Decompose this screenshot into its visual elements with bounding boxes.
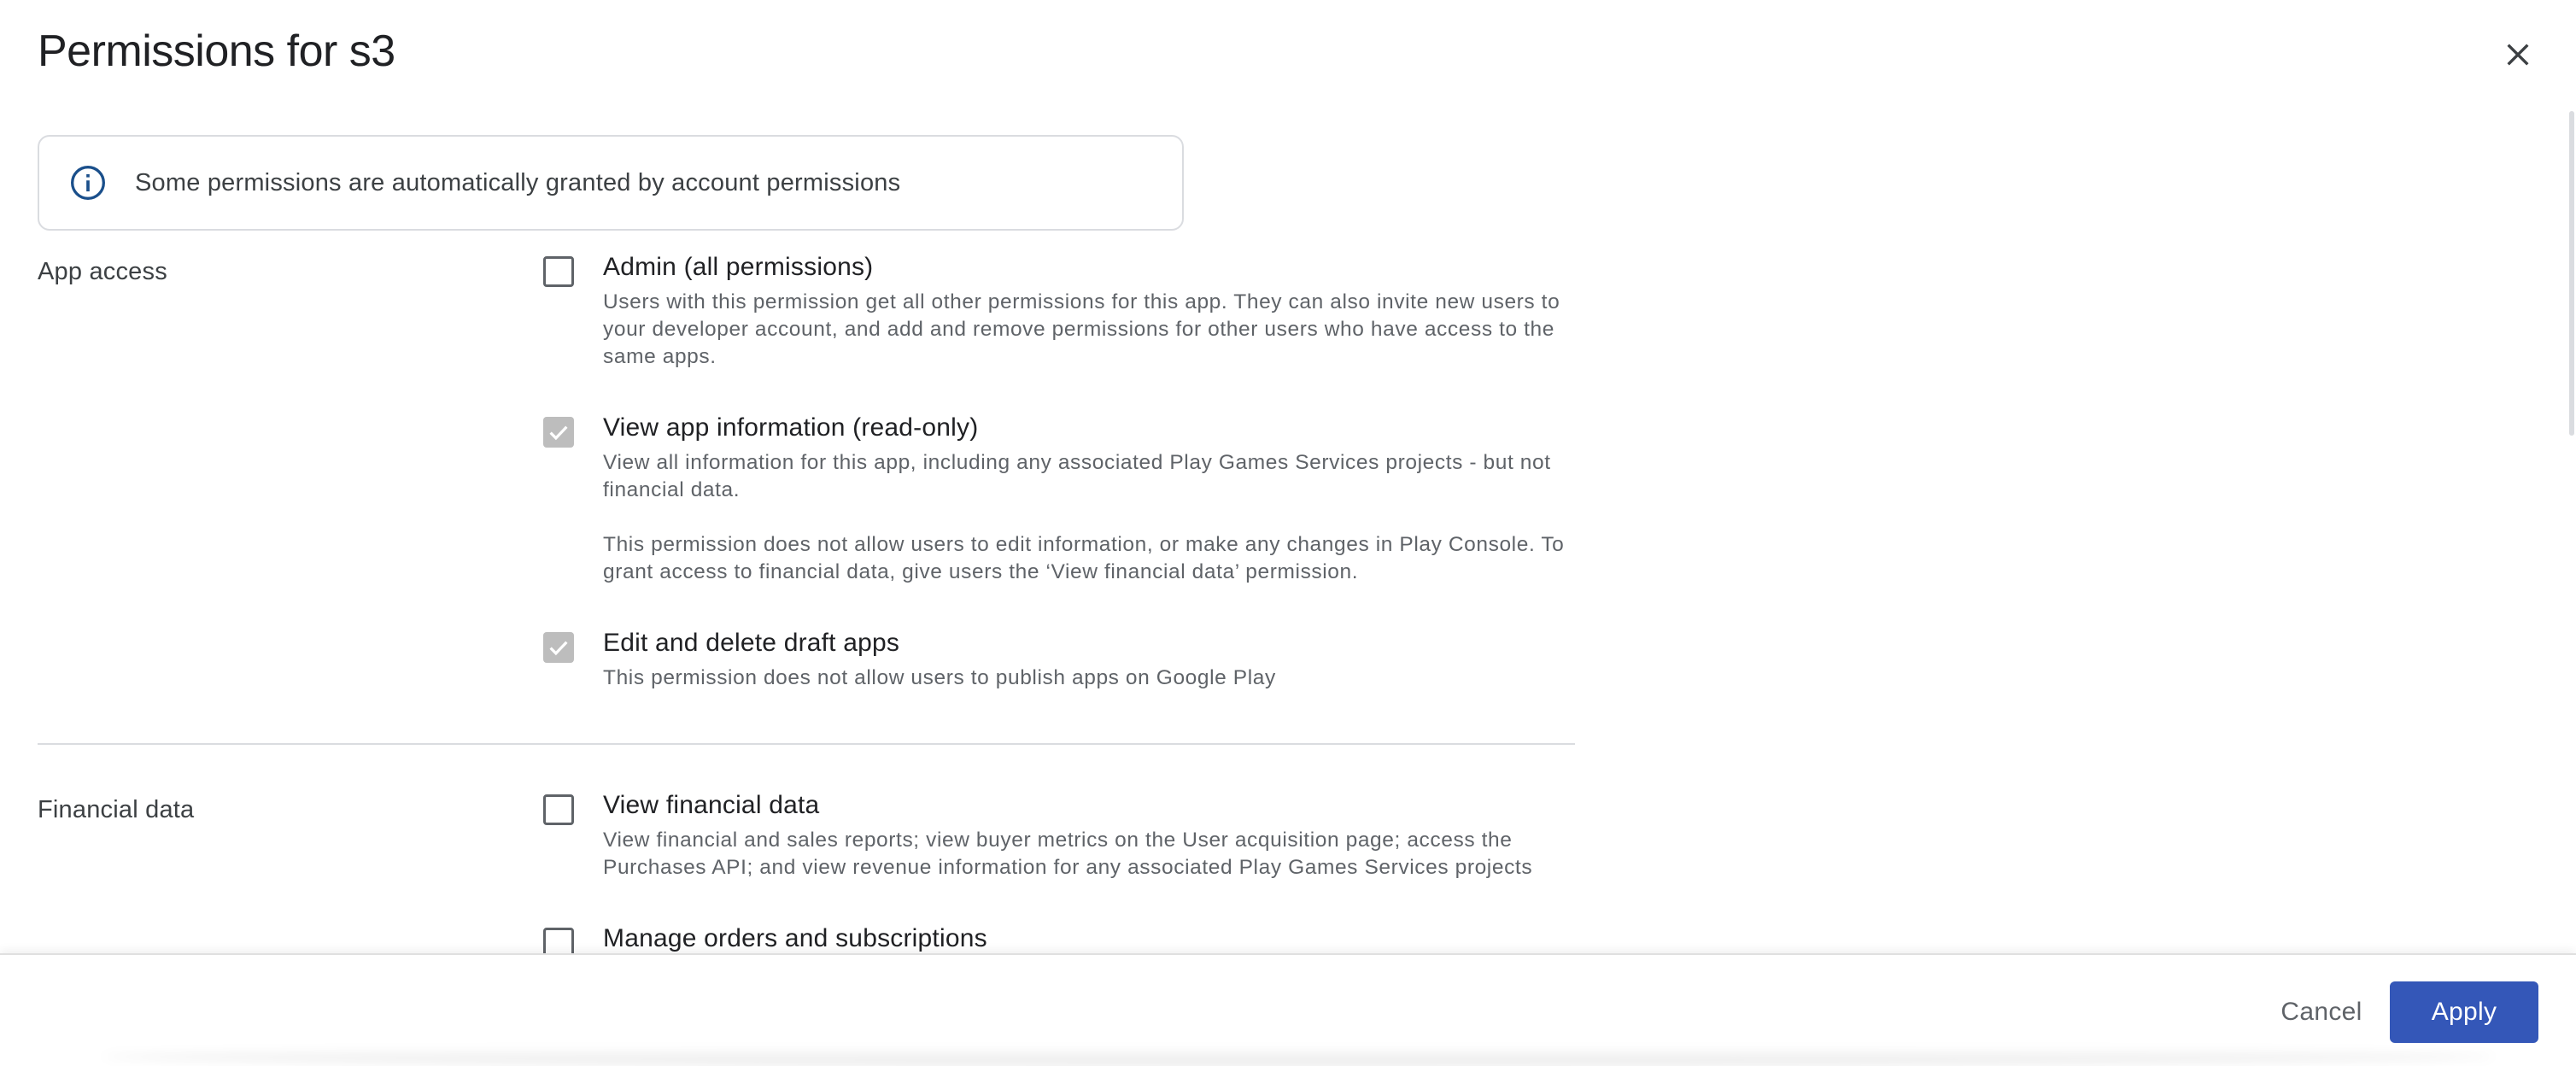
- info-banner-text: Some permissions are automatically grant…: [135, 168, 901, 196]
- manage-orders-checkbox[interactable]: [543, 928, 574, 953]
- permission-title: Manage orders and subscriptions: [603, 924, 987, 952]
- permissions-dialog: Permissions for s3 Some permissions are …: [0, 0, 2576, 1066]
- permission-description: Users with this permission get all other…: [603, 290, 1560, 368]
- permission-description: View all information for this app, inclu…: [603, 451, 1551, 501]
- permission-title: Edit and delete draft apps: [603, 629, 900, 657]
- section-label-financial-data: Financial data: [38, 796, 195, 823]
- view-financial-data-checkbox[interactable]: [543, 794, 574, 825]
- view-app-info-checkbox: [543, 417, 574, 448]
- info-banner: Some permissions are automatically grant…: [38, 135, 1184, 231]
- permission-description: View financial and sales reports; view b…: [603, 829, 1533, 879]
- apply-button[interactable]: Apply: [2390, 981, 2538, 1043]
- dialog-content[interactable]: Permissions for s3 Some permissions are …: [0, 0, 2576, 953]
- info-icon: [68, 163, 108, 202]
- close-icon: [2507, 44, 2529, 66]
- footer-shadow: [102, 1047, 2494, 1066]
- edit-draft-apps-checkbox: [543, 632, 574, 663]
- scrollbar[interactable]: [2569, 111, 2574, 436]
- permission-description: This permission does not allow users to …: [603, 666, 1276, 689]
- admin-checkbox[interactable]: [543, 256, 574, 287]
- permission-title: View financial data: [603, 791, 820, 819]
- checkmark-icon: [549, 641, 568, 656]
- permission-description-note: This permission does not allow users to …: [603, 533, 1565, 583]
- cancel-button[interactable]: Cancel: [2263, 984, 2380, 1040]
- section-label-app-access: App access: [38, 258, 167, 285]
- dialog-title: Permissions for s3: [38, 26, 395, 76]
- permission-title: View app information (read-only): [603, 413, 979, 442]
- checkmark-icon: [549, 425, 568, 441]
- section-divider: [38, 743, 1575, 745]
- permission-title: Admin (all permissions): [603, 253, 874, 281]
- close-button[interactable]: [2492, 29, 2544, 80]
